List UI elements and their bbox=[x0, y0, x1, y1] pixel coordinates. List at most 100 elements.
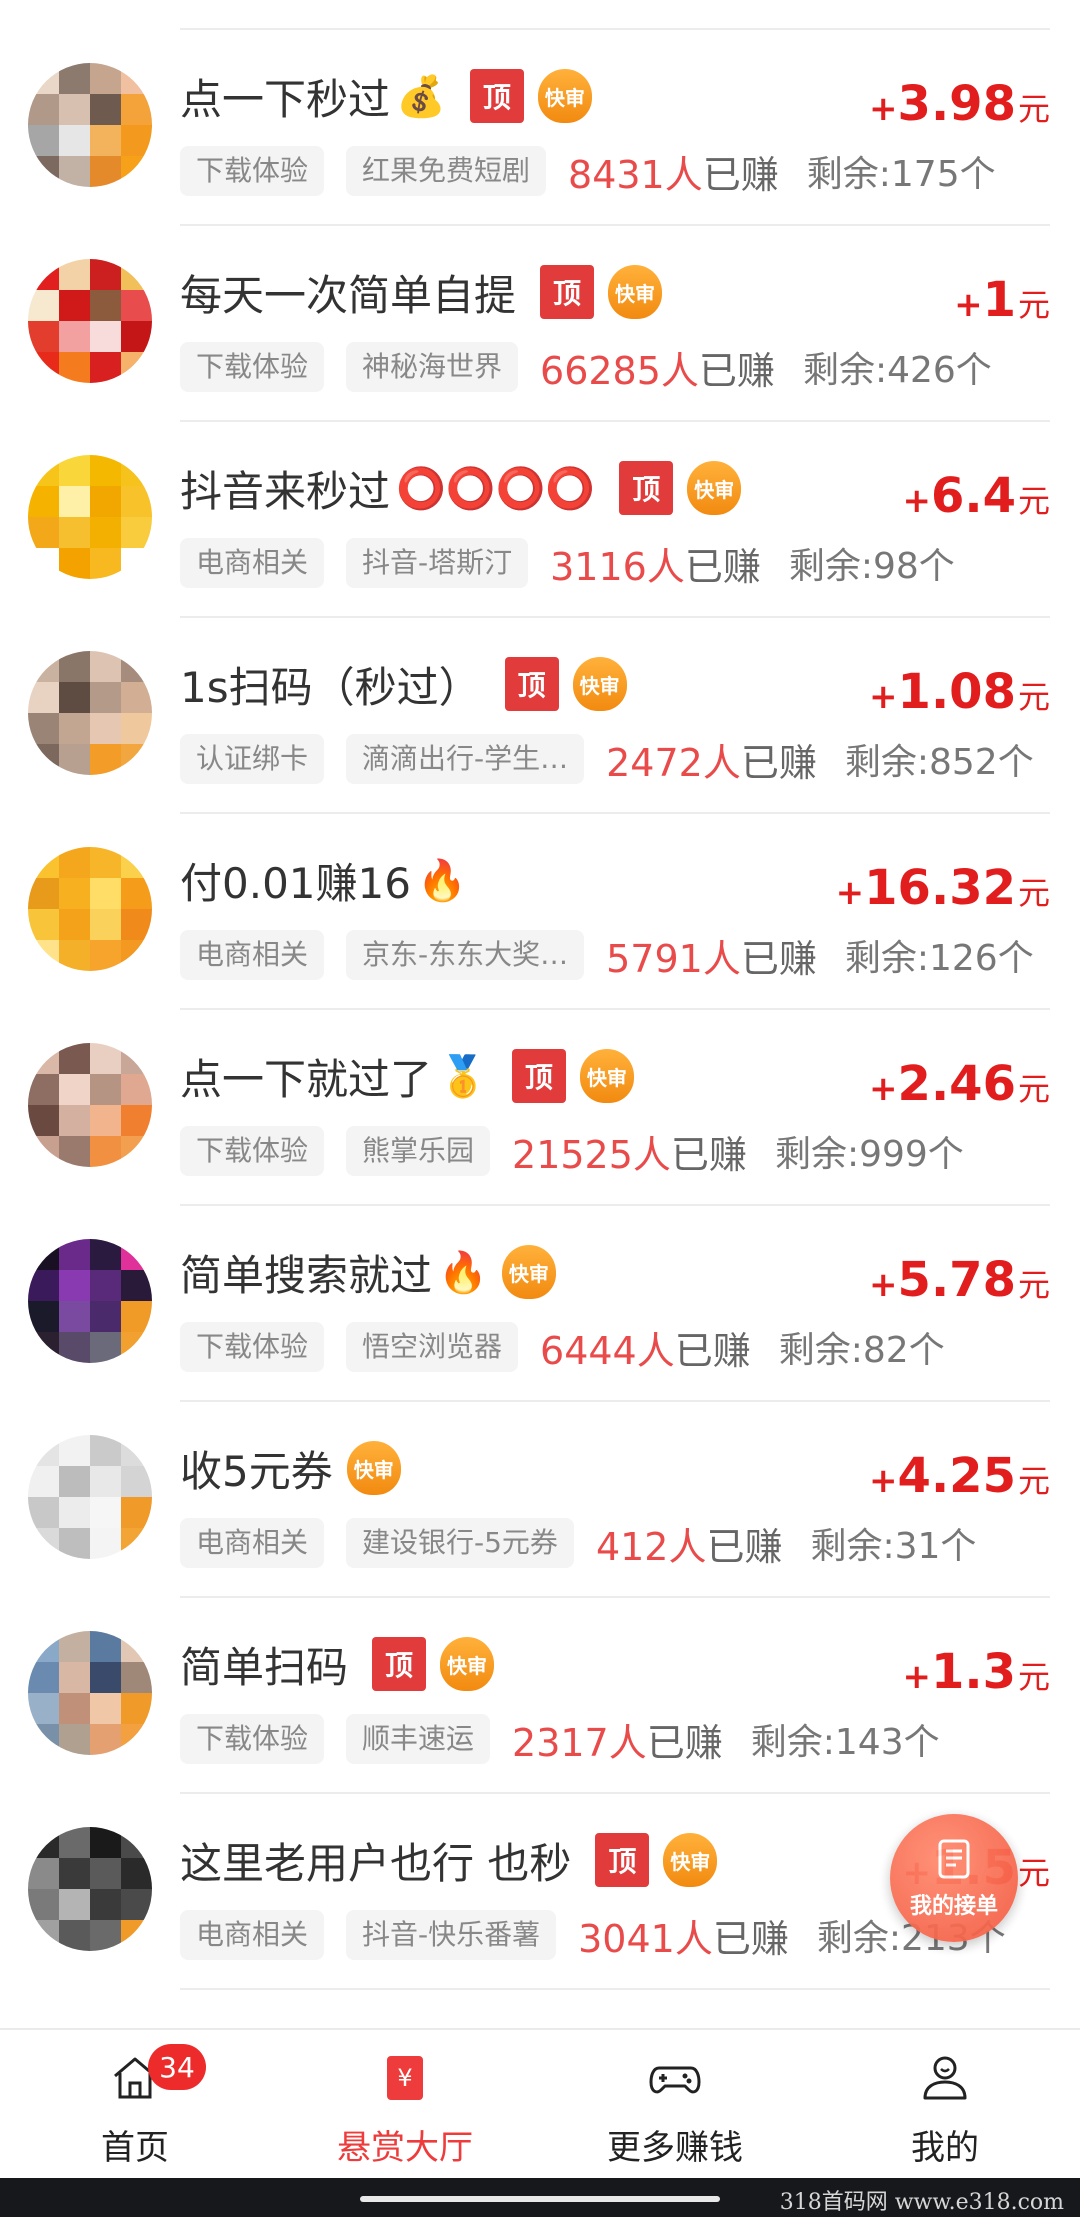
reward-value: 3.98 bbox=[897, 76, 1016, 132]
task-title-row: 这里老用户也行 也秒顶快审 bbox=[180, 1828, 718, 1892]
task-meta-row: 下载体验 熊掌乐园 21525人已赚 剩余:999个 bbox=[180, 1122, 964, 1180]
reward-unit: 元 bbox=[1017, 1658, 1050, 1696]
task-item[interactable]: 收5元券 快审 电商相关 建设银行-5元券 412人已赚 剩余:31个 +4.25 元 bbox=[0, 1402, 1080, 1598]
task-title: 每天一次简单自提 bbox=[180, 270, 517, 320]
task-title-row: 抖音来秒过 ⭕⭕⭕⭕ 顶快审 bbox=[180, 456, 742, 520]
app-tag: 抖音-快乐番薯 bbox=[346, 1910, 557, 1960]
app-tag: 建设银行-5元券 bbox=[346, 1518, 574, 1568]
earned-count: 2317人 bbox=[512, 1720, 647, 1765]
earned-info: 2317人已赚 bbox=[512, 1712, 723, 1767]
task-avatar bbox=[28, 1043, 152, 1167]
task-meta-row: 电商相关 抖音-塔斯汀 3116人已赚 剩余:98个 bbox=[180, 534, 955, 592]
task-meta-row: 下载体验 顺丰速运 2317人已赚 剩余:143个 bbox=[180, 1710, 940, 1768]
home-indicator[interactable] bbox=[360, 2196, 720, 2202]
tab-profile-label: 我的 bbox=[911, 2128, 979, 2168]
remaining-count: 剩余:852个 bbox=[844, 742, 1034, 783]
tab-more-earnings-label: 更多赚钱 bbox=[607, 2128, 743, 2168]
reward-plus-sign: + bbox=[902, 1657, 931, 1697]
reward-amount: +1.08 元 bbox=[869, 664, 1050, 720]
task-item[interactable]: 每天一次简单自提顶快审 下载体验 神秘海世界 66285人已赚 剩余:426个 +1 元 bbox=[0, 226, 1080, 422]
task-item[interactable]: 点一下就过了 🥇 顶快审 下载体验 熊掌乐园 21525人已赚 剩余:999个 +2.46 元 bbox=[0, 1010, 1080, 1206]
app-tag: 神秘海世界 bbox=[346, 342, 519, 392]
fast-review-badge: 快审 bbox=[572, 657, 627, 711]
top-badge: 顶 bbox=[540, 265, 595, 319]
task-meta-row: 下载体验 悟空浏览器 6444人已赚 剩余:82个 bbox=[180, 1318, 945, 1376]
earned-suffix: 已赚 bbox=[712, 1916, 789, 1961]
fast-review-badge: 快审 bbox=[608, 265, 663, 319]
bottom-tab-bar: 34 首页 ¥ 悬赏大厅 更多赚钱 我的 bbox=[0, 2028, 1080, 2178]
task-item[interactable]: 简单扫码顶快审 下载体验 顺丰速运 2317人已赚 剩余:143个 +1.3 元 bbox=[0, 1598, 1080, 1794]
category-tag: 电商相关 bbox=[180, 538, 325, 588]
earned-info: 5791人已赚 bbox=[606, 928, 817, 983]
tab-home[interactable]: 34 首页 bbox=[0, 2030, 270, 2178]
earned-count: 6444人 bbox=[540, 1328, 675, 1373]
task-item[interactable]: 简单搜索就过 🔥 快审 下载体验 悟空浏览器 6444人已赚 剩余:82个 +5.78 元 bbox=[0, 1206, 1080, 1402]
top-badge: 顶 bbox=[511, 1049, 566, 1103]
reward-unit: 元 bbox=[1017, 1854, 1050, 1892]
my-orders-label: 我的接单 bbox=[909, 1894, 998, 1919]
reward-unit: 元 bbox=[1017, 90, 1050, 128]
reward-unit: 元 bbox=[1017, 874, 1050, 912]
svg-text:¥: ¥ bbox=[397, 2064, 412, 2092]
earned-suffix: 已赚 bbox=[702, 152, 779, 197]
top-badge: 顶 bbox=[469, 69, 524, 123]
category-tag: 下载体验 bbox=[180, 1126, 325, 1176]
tab-home-label: 首页 bbox=[101, 2128, 169, 2168]
category-tag: 下载体验 bbox=[180, 1322, 325, 1372]
earned-suffix: 已赚 bbox=[646, 1720, 723, 1765]
reward-value: 1.08 bbox=[897, 664, 1016, 720]
clipboard-icon bbox=[938, 1839, 970, 1879]
task-title: 简单搜索就过 bbox=[180, 1250, 433, 1300]
gamepad-icon bbox=[649, 2066, 701, 2094]
earned-info: 8431人已赚 bbox=[568, 144, 779, 199]
task-item[interactable]: 点一下秒过 💰 顶快审 下载体验 红果免费短剧 8431人已赚 剩余:175个 +3.98 元 bbox=[0, 30, 1080, 226]
earned-count: 3116人 bbox=[550, 544, 685, 589]
category-tag: 电商相关 bbox=[180, 1910, 325, 1960]
reward-plus-sign: + bbox=[869, 89, 898, 129]
reward-amount: +1.3 元 bbox=[902, 1644, 1050, 1700]
top-badge: 顶 bbox=[595, 1833, 650, 1887]
category-tag: 下载体验 bbox=[180, 342, 325, 392]
earned-info: 21525人已赚 bbox=[512, 1124, 747, 1179]
title-emoji: 💰 bbox=[396, 73, 446, 120]
reward-value: 16.32 bbox=[864, 860, 1016, 916]
earned-info: 66285人已赚 bbox=[540, 340, 775, 395]
task-avatar bbox=[28, 651, 152, 775]
task-title-row: 1s扫码（秒过） 顶快审 bbox=[180, 652, 627, 716]
task-item[interactable]: 抖音来秒过 ⭕⭕⭕⭕ 顶快审电商相关 抖音-塔斯汀 3116人已赚 剩余:98个 +6.4 元 bbox=[0, 422, 1080, 618]
earned-suffix: 已赚 bbox=[706, 1524, 783, 1569]
earned-suffix: 已赚 bbox=[674, 1328, 751, 1373]
earned-count: 3041人 bbox=[578, 1916, 713, 1961]
task-item[interactable]: 付0.01赚16 🔥 电商相关 京东-东东大奖… 5791人已赚 剩余:126个 +16.3… bbox=[0, 814, 1080, 1010]
reward-value: 1.3 bbox=[930, 1644, 1016, 1700]
tab-more-earnings[interactable]: 更多赚钱 bbox=[540, 2030, 810, 2178]
reward-value: 2.46 bbox=[897, 1056, 1016, 1112]
reward-unit: 元 bbox=[1017, 1462, 1050, 1500]
reward-plus-sign: + bbox=[954, 285, 983, 325]
reward-amount: +2.46 元 bbox=[869, 1056, 1050, 1112]
fast-review-badge: 快审 bbox=[440, 1637, 495, 1691]
remaining-count: 剩余:143个 bbox=[750, 1722, 940, 1763]
reward-amount: +6.4 元 bbox=[902, 468, 1050, 524]
app-tag: 滴滴出行-学生… bbox=[346, 734, 585, 784]
task-item[interactable]: 1s扫码（秒过） 顶快审 认证绑卡 滴滴出行-学生… 2472人已赚 剩余:852个 +1.… bbox=[0, 618, 1080, 814]
tab-bounty-hall[interactable]: ¥ 悬赏大厅 bbox=[270, 2030, 540, 2178]
task-avatar bbox=[28, 63, 152, 187]
earned-suffix: 已赚 bbox=[670, 1132, 747, 1177]
fast-review-badge: 快审 bbox=[687, 461, 742, 515]
remaining-count: 剩余:126个 bbox=[844, 938, 1034, 979]
earned-info: 6444人已赚 bbox=[540, 1320, 751, 1375]
top-badge: 顶 bbox=[504, 657, 559, 711]
task-list: 点一下秒过 💰 顶快审 下载体验 红果免费短剧 8431人已赚 剩余:175个 +3.98 元每… bbox=[0, 30, 1080, 1990]
fast-review-badge: 快审 bbox=[537, 69, 592, 123]
reward-plus-sign: + bbox=[869, 1461, 898, 1501]
earned-count: 412人 bbox=[595, 1524, 707, 1569]
earned-suffix: 已赚 bbox=[740, 936, 817, 981]
category-tag: 电商相关 bbox=[180, 930, 325, 980]
title-emoji: 🔥 bbox=[438, 1249, 488, 1296]
my-orders-float-button[interactable]: 我的接单 bbox=[890, 1814, 1018, 1942]
reward-amount: +5.78 元 bbox=[869, 1252, 1050, 1308]
tab-profile[interactable]: 我的 bbox=[810, 2030, 1080, 2178]
earned-count: 2472人 bbox=[606, 740, 741, 785]
reward-plus-sign: + bbox=[835, 873, 865, 913]
